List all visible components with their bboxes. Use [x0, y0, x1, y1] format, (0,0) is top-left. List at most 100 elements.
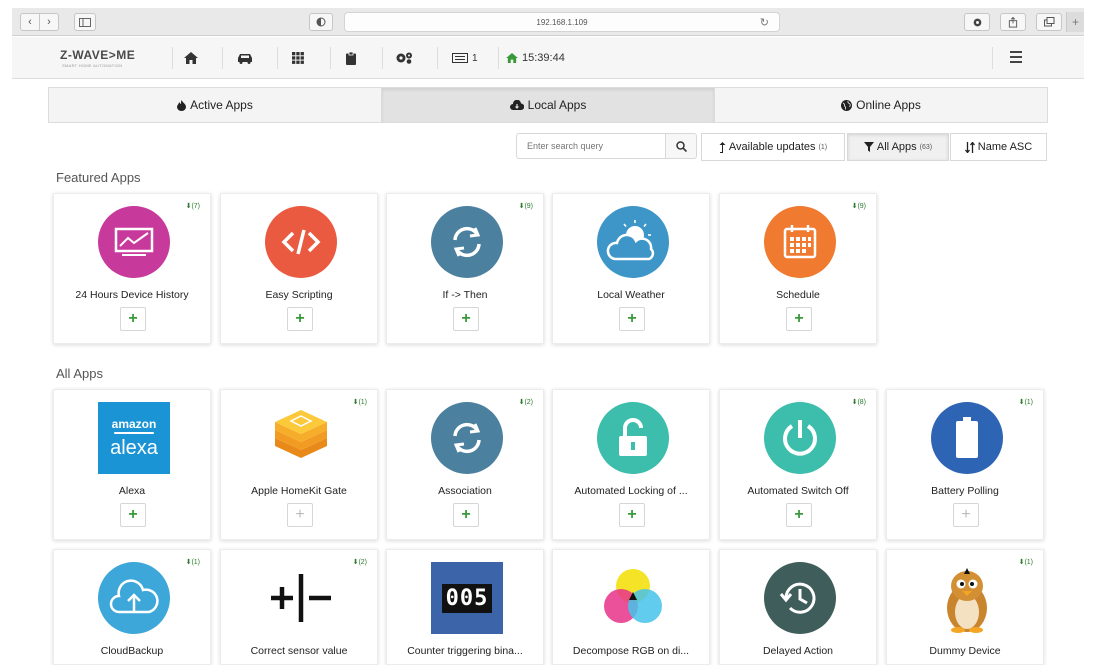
add-app-button[interactable]: +	[619, 307, 645, 331]
app-name: Battery Polling	[931, 485, 999, 497]
app-card-delayed-action[interactable]: Delayed Action	[719, 549, 877, 665]
tab-online-apps[interactable]: Online Apps	[714, 87, 1048, 123]
nav-divider	[992, 47, 993, 69]
nav-divider	[222, 47, 223, 69]
add-app-button[interactable]: +	[619, 503, 645, 527]
app-badge: ⬇(1)	[1018, 559, 1033, 566]
add-app-button[interactable]: +	[120, 307, 146, 331]
sort-button[interactable]: Name ASC	[950, 133, 1047, 161]
add-app-button[interactable]: +	[287, 503, 313, 527]
app-badge: ⬇(7)	[185, 203, 200, 210]
plus-icon: +	[461, 506, 471, 523]
app-navbar: Z-WAVE>ME SMART HOME AUTOMATION 1 15:39:…	[12, 37, 1084, 79]
app-badge: ⬇(9)	[851, 203, 866, 210]
app-card-apple-homekit-gate[interactable]: ⬇(1) Apple HomeKit Gate +	[220, 389, 378, 540]
search-input[interactable]	[516, 133, 666, 159]
all-apps-filter-button[interactable]: All Apps (63)	[847, 133, 949, 161]
settings-button[interactable]	[964, 13, 990, 31]
forward-button[interactable]: ›	[39, 13, 59, 31]
app-card-dummy-device[interactable]: ⬇(1) Dummy Device	[886, 549, 1044, 665]
app-card-if-then[interactable]: ⬇(9) If -> Then +	[386, 193, 544, 344]
app-card-alexa[interactable]: amazon alexa Alexa +	[53, 389, 211, 540]
counter-icon: 005	[431, 562, 503, 634]
alexa-logo: amazon alexa	[98, 402, 170, 474]
level-up-icon	[719, 141, 726, 153]
back-button[interactable]: ‹	[20, 13, 40, 31]
nav-apps[interactable]	[395, 49, 413, 67]
nav-notifications[interactable]: 1	[452, 49, 478, 67]
reload-icon[interactable]: ↻	[760, 16, 769, 29]
rgb-circles-icon	[604, 569, 662, 623]
add-app-button[interactable]: +	[786, 307, 812, 331]
add-app-button[interactable]: +	[120, 503, 146, 527]
refresh-icon	[431, 402, 503, 474]
add-app-button[interactable]: +	[453, 503, 479, 527]
sidebar-toggle-button[interactable]	[74, 13, 96, 31]
app-card-automated-switch-off[interactable]: ⬇(8) Automated Switch Off +	[719, 389, 877, 540]
grid-icon	[292, 52, 304, 64]
app-card-schedule[interactable]: ⬇(9) Schedule +	[719, 193, 877, 344]
plus-icon: +	[1071, 15, 1079, 29]
app-name: Apple HomeKit Gate	[251, 485, 347, 497]
nav-events[interactable]	[346, 49, 356, 67]
app-badge: ⬇(1)	[352, 399, 367, 406]
nav-devices[interactable]	[237, 49, 253, 67]
add-app-button[interactable]: +	[953, 503, 979, 527]
add-app-button[interactable]: +	[786, 503, 812, 527]
share-icon	[1008, 16, 1018, 28]
plus-icon: +	[128, 506, 138, 523]
tab-active-apps[interactable]: Active Apps	[48, 87, 382, 123]
app-name: Association	[438, 485, 492, 497]
app-name: 24 Hours Device History	[75, 289, 189, 301]
tab-local-apps[interactable]: Local Apps	[381, 87, 715, 123]
app-card-local-weather[interactable]: Local Weather +	[552, 193, 710, 344]
app-name: Automated Switch Off	[747, 485, 849, 497]
nav-home[interactable]	[184, 49, 198, 67]
nav-divider	[382, 47, 383, 69]
cloud-download-icon	[509, 100, 524, 110]
tab-label: Active Apps	[190, 98, 253, 112]
app-card-24-hours-device-history[interactable]: ⬇(7) 24 Hours Device History +	[53, 193, 211, 344]
app-card-automated-locking[interactable]: Automated Locking of ... +	[552, 389, 710, 540]
weather-icon	[597, 206, 669, 278]
share-button[interactable]	[1000, 13, 1026, 31]
nav-rooms[interactable]	[292, 49, 304, 67]
reader-button[interactable]	[309, 13, 333, 31]
app-name: Automated Locking of ...	[574, 485, 688, 497]
address-text: 192.168.1.109	[536, 17, 588, 27]
search-button[interactable]	[665, 133, 697, 159]
app-name: Delayed Action	[762, 645, 834, 657]
all-apps-count: (63)	[919, 143, 933, 151]
app-card-counter-triggering[interactable]: 005 Counter triggering bina...	[386, 549, 544, 665]
app-card-easy-scripting[interactable]: Easy Scripting +	[220, 193, 378, 344]
cogs-icon	[396, 52, 412, 64]
code-icon	[265, 206, 337, 278]
apps-tabs: Active Apps Local Apps Online Apps	[48, 87, 1048, 123]
nav-divider	[330, 47, 331, 69]
add-app-button[interactable]: +	[287, 307, 313, 331]
available-updates-button[interactable]: Available updates (1)	[701, 133, 845, 161]
all-apps-label: All Apps	[876, 141, 917, 153]
new-tab-button[interactable]: +	[1066, 12, 1084, 32]
app-card-decompose-rgb[interactable]: Decompose RGB on di...	[552, 549, 710, 665]
app-name: If -> Then	[442, 289, 488, 301]
address-bar[interactable]: 192.168.1.109 ↻	[344, 12, 780, 32]
menu-button[interactable]	[1010, 51, 1022, 66]
tabs-button[interactable]	[1036, 13, 1062, 31]
brand-logo[interactable]: Z-WAVE>ME	[60, 48, 135, 62]
home-icon	[184, 52, 198, 64]
message-icon	[452, 53, 468, 63]
chart-monitor-icon	[98, 206, 170, 278]
browser-tools	[964, 13, 1062, 31]
app-card-cloudbackup[interactable]: ⬇(1) CloudBackup	[53, 549, 211, 665]
app-card-correct-sensor-value[interactable]: ⬇(2) Correct sensor value	[220, 549, 378, 665]
app-name: Schedule	[776, 289, 820, 301]
app-card-battery-polling[interactable]: ⬇(1) Battery Polling +	[886, 389, 1044, 540]
updates-count: (1)	[818, 143, 828, 151]
plus-icon: +	[295, 506, 305, 523]
app-badge: ⬇(1)	[185, 559, 200, 566]
app-card-association[interactable]: ⬇(2) Association +	[386, 389, 544, 540]
nav-divider	[437, 47, 438, 69]
add-app-button[interactable]: +	[453, 307, 479, 331]
filter-icon	[863, 142, 874, 152]
